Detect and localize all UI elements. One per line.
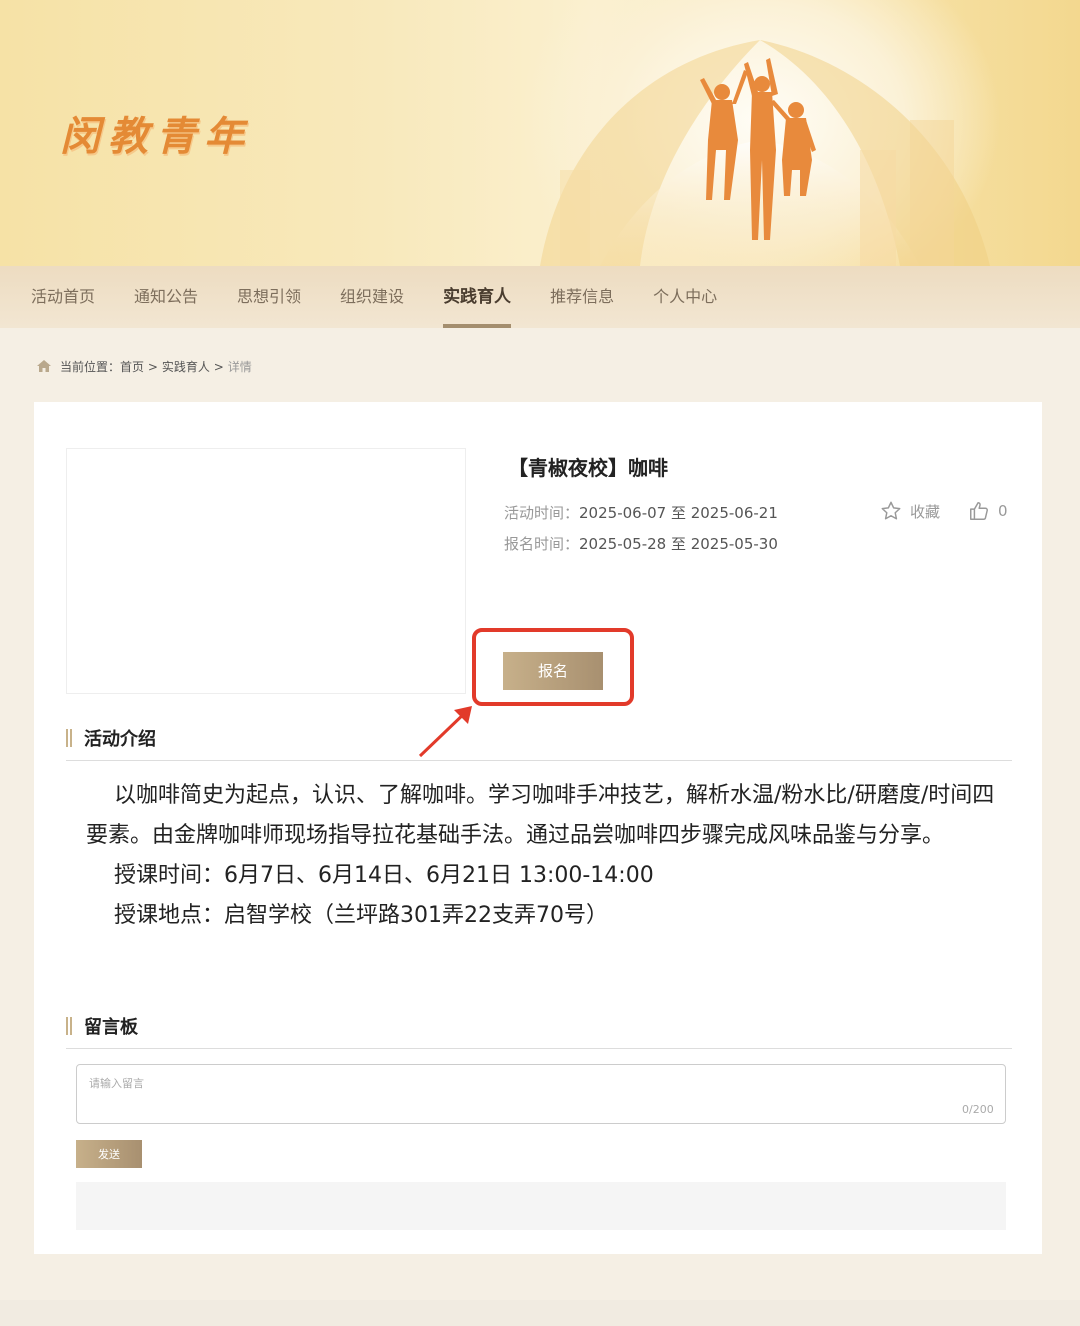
section-marker-icon — [66, 729, 68, 747]
section-marker-icon — [66, 1017, 68, 1035]
intro-heading: 活动介绍 — [84, 729, 156, 750]
signup-time-value: 2025-05-28 至 2025-05-30 — [579, 535, 778, 553]
message-input[interactable] — [76, 1064, 1006, 1124]
activity-time-value: 2025-06-07 至 2025-06-21 — [579, 504, 778, 522]
home-icon — [37, 360, 51, 372]
activity-cover-image — [66, 448, 466, 694]
thumbs-up-icon — [970, 502, 988, 520]
nav-item-recommend[interactable]: 推荐信息 — [550, 266, 614, 328]
message-char-counter: 0/200 — [962, 1103, 994, 1116]
signup-time-label: 报名时间： — [504, 535, 580, 553]
breadcrumb: 当前位置： 首页 > 实践育人 > 详情 — [36, 354, 252, 378]
signup-highlight-box — [472, 628, 634, 706]
site-logo[interactable]: 闵教青年 — [60, 104, 252, 162]
favorite-label: 收藏 — [910, 502, 941, 521]
nav-item-ideology[interactable]: 思想引领 — [237, 266, 301, 328]
comments-list — [76, 1182, 1006, 1230]
activity-time: 活动时间：2025-06-07 至 2025-06-21 — [504, 502, 778, 523]
nav-item-home[interactable]: 活动首页 — [31, 266, 95, 328]
intro-body: 以咖啡简史为起点，认识、了解咖啡。学习咖啡手冲技艺，解析水温/粉水比/研磨度/时… — [86, 776, 1006, 936]
like-button[interactable]: 0 — [968, 500, 1008, 522]
header-banner: 闵教青年 — [0, 0, 1080, 266]
favorite-button[interactable]: 收藏 — [880, 500, 940, 522]
board-section-header: 留言板 — [66, 1004, 1012, 1049]
content-card: 【青椒夜校】咖啡 活动时间：2025-06-07 至 2025-06-21 报名… — [34, 402, 1042, 1254]
nav-item-organization[interactable]: 组织建设 — [340, 266, 404, 328]
like-count: 0 — [998, 502, 1008, 520]
breadcrumb-practice[interactable]: 实践育人 > — [162, 358, 224, 375]
page-footer-strip — [0, 1300, 1080, 1326]
star-icon — [881, 501, 901, 520]
send-button[interactable]: 发送 — [76, 1140, 142, 1168]
class-location: 授课地点：启智学校（兰坪路301弄22支弄70号） — [114, 903, 608, 928]
main-nav: 活动首页 通知公告 思想引领 组织建设 实践育人 推荐信息 个人中心 — [0, 266, 1080, 328]
nav-item-notices[interactable]: 通知公告 — [134, 266, 198, 328]
breadcrumb-prefix: 当前位置： — [60, 359, 121, 374]
breadcrumb-home[interactable]: 首页 > — [120, 358, 158, 375]
nav-item-practice[interactable]: 实践育人 — [443, 266, 512, 328]
signup-time: 报名时间：2025-05-28 至 2025-05-30 — [504, 533, 778, 554]
breadcrumb-current: 详情 — [227, 359, 252, 374]
intro-section-header: 活动介绍 — [66, 716, 1012, 761]
activity-title: 【青椒夜校】咖啡 — [508, 456, 668, 480]
activity-time-label: 活动时间： — [504, 504, 580, 522]
class-time: 授课时间：6月7日、6月14日、6月21日 13:00-14:00 — [114, 863, 654, 888]
intro-paragraph: 以咖啡简史为起点，认识、了解咖啡。学习咖啡手冲技艺，解析水温/粉水比/研磨度/时… — [86, 783, 995, 848]
board-heading: 留言板 — [84, 1017, 138, 1038]
nav-item-profile[interactable]: 个人中心 — [653, 266, 717, 328]
